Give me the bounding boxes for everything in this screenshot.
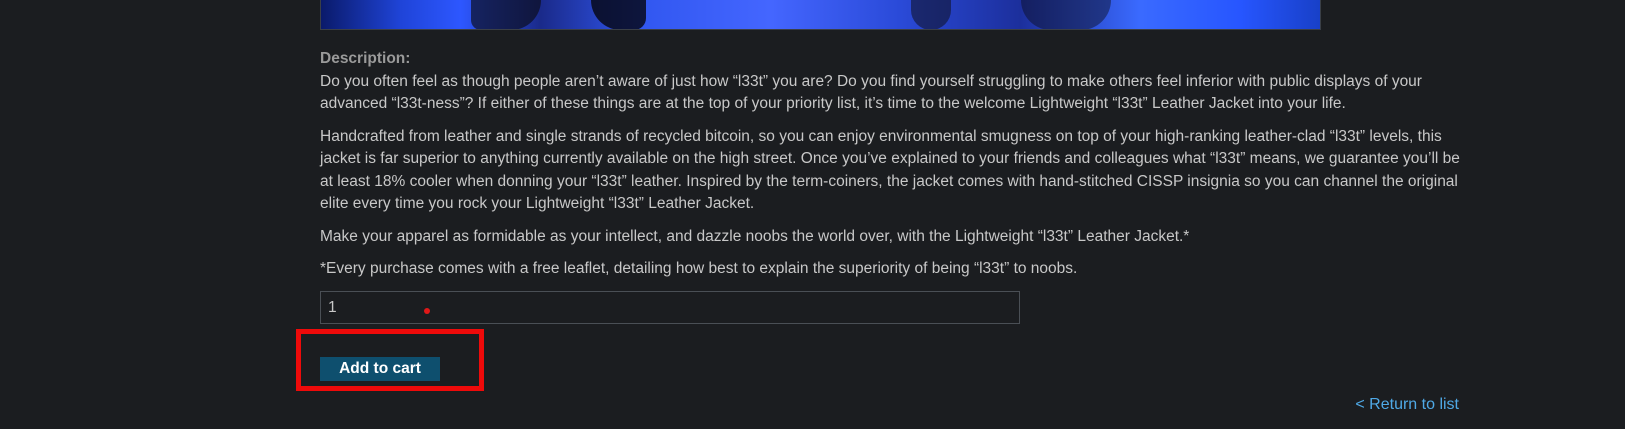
description-paragraph: Make your apparel as formidable as your … — [320, 227, 1190, 245]
product-description: Description: Do you often feel as though… — [320, 48, 1460, 291]
product-page: Description: Do you often feel as though… — [0, 0, 1625, 429]
image-shade — [911, 0, 951, 29]
description-heading: Description: — [320, 50, 411, 67]
image-shade — [1021, 0, 1111, 29]
product-image — [320, 0, 1321, 30]
image-shade — [591, 0, 646, 29]
image-shade — [471, 0, 541, 29]
description-paragraph: *Every purchase comes with a free leafle… — [320, 260, 1078, 277]
cursor-marker — [424, 308, 430, 314]
add-to-cart-button[interactable]: Add to cart — [320, 357, 440, 381]
description-paragraph: Do you often feel as though people aren’… — [320, 72, 1422, 113]
description-paragraph: Handcrafted from leather and single stra… — [320, 127, 1460, 213]
return-to-list-link[interactable]: < Return to list — [1355, 396, 1459, 414]
